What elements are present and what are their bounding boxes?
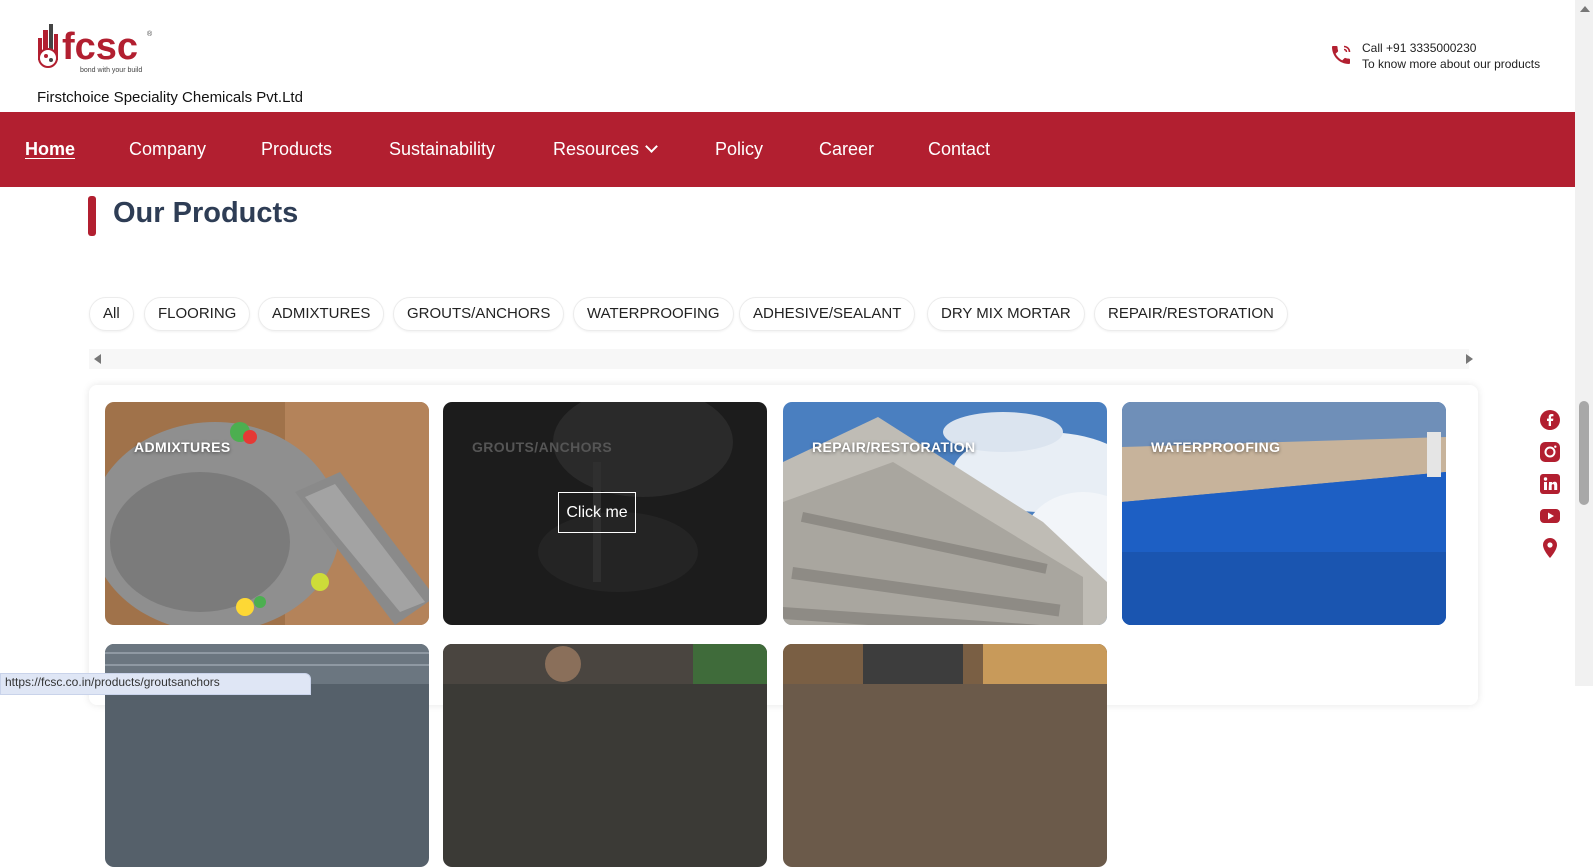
product-card-row2-3[interactable]	[783, 644, 1107, 867]
nav-career[interactable]: Career	[819, 139, 874, 160]
card-label-repair-restoration: REPAIR/RESTORATION	[812, 439, 976, 455]
logo-text: fcsc	[62, 26, 138, 68]
click-me-button[interactable]: Click me	[558, 492, 636, 533]
logo-tagline: bond with your build	[80, 67, 142, 74]
nav-policy[interactable]: Policy	[715, 139, 763, 160]
instagram-icon[interactable]	[1539, 441, 1561, 463]
product-card-grouts-anchors[interactable]: GROUTS/ANCHORS Click me	[443, 402, 767, 625]
filter-all[interactable]: All	[89, 297, 134, 331]
contact-subtext: To know more about our products	[1362, 57, 1541, 71]
page-title: Our Products	[113, 197, 299, 229]
product-card-row2-2[interactable]	[443, 644, 767, 867]
row2-image-2	[443, 644, 767, 684]
svg-text:®: ®	[147, 30, 153, 38]
nav-contact[interactable]: Contact	[928, 139, 990, 160]
chevron-down-icon	[645, 140, 658, 153]
company-name: Firstchoice Speciality Chemicals Pvt.Ltd	[37, 89, 303, 106]
main-nav: Home Company Products Sustainability Res…	[0, 112, 1575, 187]
nav-company[interactable]: Company	[129, 139, 206, 160]
nav-home[interactable]: Home	[25, 139, 75, 160]
filter-flooring[interactable]: FLOORING	[144, 297, 251, 331]
filter-admixtures[interactable]: ADMIXTURES	[258, 297, 385, 331]
page-scrollbar[interactable]	[1575, 0, 1593, 686]
filter-repair-restoration[interactable]: REPAIR/RESTORATION	[1094, 297, 1288, 331]
linkedin-icon[interactable]	[1539, 473, 1561, 495]
scrollbar-thumb[interactable]	[1579, 401, 1589, 505]
facebook-icon[interactable]	[1539, 409, 1561, 431]
waterproofing-image	[1122, 402, 1446, 625]
product-card-waterproofing[interactable]: WATERPROOFING	[1122, 402, 1446, 625]
product-card-admixtures[interactable]: ADMIXTURES	[105, 402, 429, 625]
nav-sustainability[interactable]: Sustainability	[389, 139, 495, 160]
scroll-left-icon[interactable]	[94, 354, 101, 364]
product-card-repair-restoration[interactable]: REPAIR/RESTORATION	[783, 402, 1107, 625]
scroll-right-icon[interactable]	[1466, 354, 1473, 364]
card-label-grouts-anchors: GROUTS/ANCHORS	[472, 439, 613, 455]
location-pin-icon[interactable]	[1539, 537, 1561, 559]
contact-phone[interactable]: Call +91 3335000230	[1362, 41, 1476, 55]
title-accent-bar	[88, 196, 96, 236]
card-label-admixtures: ADMIXTURES	[134, 439, 231, 455]
nav-products[interactable]: Products	[261, 139, 332, 160]
site-header: fcsc bond with your build ® Firstchoice …	[0, 0, 1575, 112]
admixtures-image	[105, 402, 429, 625]
scroll-up-icon[interactable]	[1580, 6, 1590, 12]
filter-grouts-anchors[interactable]: GROUTS/ANCHORS	[393, 297, 565, 331]
filter-dry-mix-mortar[interactable]: DRY MIX MORTAR	[927, 297, 1085, 331]
card-label-waterproofing: WATERPROOFING	[1151, 439, 1281, 455]
youtube-icon[interactable]	[1539, 505, 1561, 527]
repair-restoration-image	[783, 402, 1107, 625]
contact-info: Call +91 3335000230 To know more about o…	[1329, 39, 1559, 79]
filter-waterproofing[interactable]: WATERPROOFING	[573, 297, 734, 331]
row2-image-3	[783, 644, 1107, 684]
product-grid: ADMIXTURES GROUTS/ANCHORS Click me REPAI…	[89, 385, 1478, 867]
filter-scrollbar[interactable]	[89, 349, 1469, 369]
fcsc-logo[interactable]: fcsc bond with your build ®	[34, 20, 164, 78]
link-status-url: https://fcsc.co.in/products/groutsanchor…	[0, 673, 311, 695]
nav-resources[interactable]: Resources	[553, 139, 658, 160]
nav-resources-label: Resources	[553, 139, 640, 159]
phone-icon	[1329, 43, 1353, 67]
filter-adhesive-sealant[interactable]: ADHESIVE/SEALANT	[739, 297, 916, 331]
